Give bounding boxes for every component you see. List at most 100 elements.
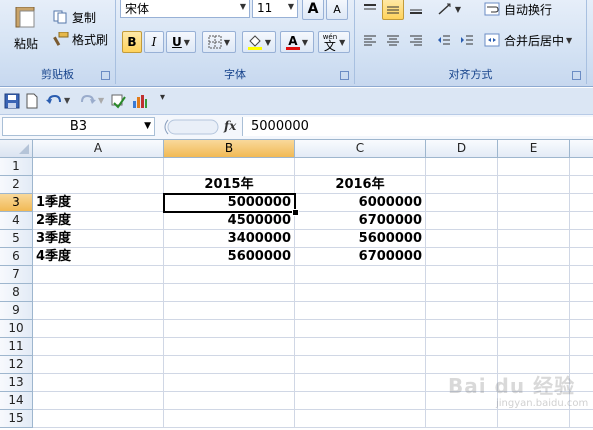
cell-b8[interactable] <box>164 284 295 302</box>
cell-b6[interactable]: 5600000 <box>164 248 295 266</box>
cell-c10[interactable] <box>295 320 426 338</box>
cell-e8[interactable] <box>498 284 570 302</box>
align-right-button[interactable] <box>405 29 427 51</box>
row-header-5[interactable]: 5 <box>0 230 33 248</box>
shrink-font-button[interactable]: A <box>326 0 348 20</box>
cell-d10[interactable] <box>426 320 498 338</box>
cell-c11[interactable] <box>295 338 426 356</box>
cell-a15[interactable] <box>33 410 164 428</box>
chevron-down-icon[interactable]: ▼ <box>98 96 104 105</box>
row-header-6[interactable]: 6 <box>0 248 33 266</box>
cell-f7[interactable] <box>570 266 593 284</box>
formula-input[interactable]: 5000000 <box>242 117 593 136</box>
cell-a11[interactable] <box>33 338 164 356</box>
cell-f1[interactable] <box>570 158 593 176</box>
save-icon[interactable] <box>4 93 20 109</box>
cell-f8[interactable] <box>570 284 593 302</box>
cell-b5[interactable]: 3400000 <box>164 230 295 248</box>
cell-c12[interactable] <box>295 356 426 374</box>
cell-f9[interactable] <box>570 302 593 320</box>
decrease-indent-button[interactable] <box>433 29 455 51</box>
row-header-1[interactable]: 1 <box>0 158 33 176</box>
italic-button[interactable]: I <box>144 31 164 53</box>
row-header-15[interactable]: 15 <box>0 410 33 428</box>
cell-a2[interactable] <box>33 176 164 194</box>
row-header-9[interactable]: 9 <box>0 302 33 320</box>
chart-icon[interactable] <box>132 93 148 109</box>
cell-a1[interactable] <box>33 158 164 176</box>
cell-a3[interactable]: 1季度 <box>33 194 164 212</box>
cell-a9[interactable] <box>33 302 164 320</box>
row-header-4[interactable]: 4 <box>0 212 33 230</box>
cell-d1[interactable] <box>426 158 498 176</box>
cell-e1[interactable] <box>498 158 570 176</box>
new-document-icon[interactable] <box>24 93 40 109</box>
cell-e11[interactable] <box>498 338 570 356</box>
cell-a4[interactable]: 2季度 <box>33 212 164 230</box>
column-header-e[interactable]: E <box>498 140 570 158</box>
cell-c2[interactable]: 2016年 <box>295 176 426 194</box>
format-painter-button[interactable]: 格式刷 <box>52 28 112 50</box>
cell-b3[interactable]: 5000000 <box>164 194 295 212</box>
row-header-2[interactable]: 2 <box>0 176 33 194</box>
row-header-11[interactable]: 11 <box>0 338 33 356</box>
cell-d8[interactable] <box>426 284 498 302</box>
cell-b2[interactable]: 2015年 <box>164 176 295 194</box>
cell-b10[interactable] <box>164 320 295 338</box>
column-header-f[interactable] <box>570 140 593 158</box>
customize-toolbar-icon[interactable]: ▾ <box>160 92 165 103</box>
cell-c13[interactable] <box>295 374 426 392</box>
cell-c15[interactable] <box>295 410 426 428</box>
cell-d5[interactable] <box>426 230 498 248</box>
cell-d15[interactable] <box>426 410 498 428</box>
chevron-down-icon[interactable]: ▼ <box>144 121 151 131</box>
cell-b12[interactable] <box>164 356 295 374</box>
align-bottom-button[interactable] <box>405 0 427 20</box>
cell-b4[interactable]: 4500000 <box>164 212 295 230</box>
cell-a10[interactable] <box>33 320 164 338</box>
row-header-7[interactable]: 7 <box>0 266 33 284</box>
cell-c1[interactable] <box>295 158 426 176</box>
cell-e7[interactable] <box>498 266 570 284</box>
align-top-button[interactable] <box>359 0 381 20</box>
redo-icon[interactable] <box>80 93 96 109</box>
row-header-13[interactable]: 13 <box>0 374 33 392</box>
cell-e6[interactable] <box>498 248 570 266</box>
align-middle-button[interactable] <box>382 0 404 20</box>
cell-f6[interactable] <box>570 248 593 266</box>
cell-b9[interactable] <box>164 302 295 320</box>
cell-c3[interactable]: 6000000 <box>295 194 426 212</box>
clipboard-launcher-icon[interactable] <box>101 71 110 80</box>
cell-f11[interactable] <box>570 338 593 356</box>
cell-d9[interactable] <box>426 302 498 320</box>
chevron-down-icon[interactable]: ▼ <box>64 96 70 105</box>
cell-a7[interactable] <box>33 266 164 284</box>
fill-color-button[interactable]: ▼ <box>242 31 276 53</box>
grow-font-button[interactable]: A <box>302 0 324 20</box>
cell-e10[interactable] <box>498 320 570 338</box>
cell-e5[interactable] <box>498 230 570 248</box>
cell-c6[interactable]: 6700000 <box>295 248 426 266</box>
cell-e2[interactable] <box>498 176 570 194</box>
row-header-10[interactable]: 10 <box>0 320 33 338</box>
cell-e4[interactable] <box>498 212 570 230</box>
border-button[interactable]: ▼ <box>202 31 236 53</box>
cell-d6[interactable] <box>426 248 498 266</box>
phonetic-button[interactable]: wén 文 ▼ <box>318 31 350 53</box>
cell-d3[interactable] <box>426 194 498 212</box>
cell-f15[interactable] <box>570 410 593 428</box>
cell-d2[interactable] <box>426 176 498 194</box>
font-size-combo[interactable]: 11 ▼ <box>252 0 298 18</box>
spell-check-icon[interactable] <box>110 93 126 109</box>
cell-b7[interactable] <box>164 266 295 284</box>
cell-c14[interactable] <box>295 392 426 410</box>
cell-e9[interactable] <box>498 302 570 320</box>
cell-a6[interactable]: 4季度 <box>33 248 164 266</box>
cell-c9[interactable] <box>295 302 426 320</box>
align-center-button[interactable] <box>382 29 404 51</box>
select-all-corner[interactable] <box>0 140 33 158</box>
cell-d11[interactable] <box>426 338 498 356</box>
cell-f10[interactable] <box>570 320 593 338</box>
column-header-d[interactable]: D <box>426 140 498 158</box>
cell-e15[interactable] <box>498 410 570 428</box>
